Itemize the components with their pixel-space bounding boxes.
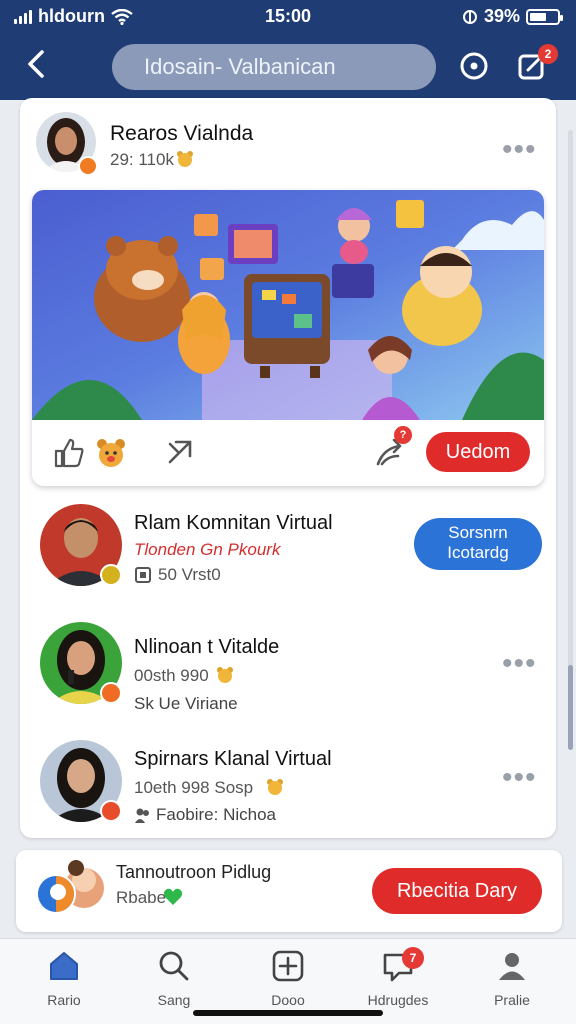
scrollbar[interactable]	[568, 130, 573, 750]
vpn-icon	[462, 9, 477, 24]
tab-profile[interactable]: Pralie	[462, 949, 562, 1008]
post-illustration[interactable]	[32, 190, 544, 420]
join-button[interactable]: Sorsnrn Icotardg	[414, 518, 542, 570]
promo-subtitle: Rbabe	[116, 888, 167, 907]
share-icon[interactable]	[164, 436, 196, 468]
back-button[interactable]	[22, 48, 50, 80]
bear-reaction-icon[interactable]	[94, 436, 128, 470]
suggestion-meta: 10eth 998 Sosp	[134, 778, 254, 797]
bear-emoji-icon	[267, 779, 283, 795]
verified-badge-icon	[100, 564, 122, 586]
more-options-icon[interactable]: •••	[502, 763, 537, 793]
bear-emoji-icon	[177, 151, 193, 167]
tab-home[interactable]: Rario	[14, 949, 114, 1008]
battery-percent: 39%	[483, 6, 520, 26]
post-action-button[interactable]: Uedom	[426, 432, 530, 472]
suggestion-name[interactable]: Spirnars Klanal Virtual	[134, 748, 332, 771]
chevron-left-icon	[28, 50, 44, 78]
like-icon[interactable]	[52, 436, 86, 470]
join-button-line2: Icotardg	[447, 543, 509, 562]
tab-label: Pralie	[494, 992, 530, 1008]
battery-icon	[526, 8, 563, 25]
verified-badge-icon	[100, 682, 122, 704]
share-badge: ?	[394, 426, 412, 444]
user-icon	[499, 953, 525, 980]
tab-label: Rario	[47, 992, 81, 1008]
plus-square-icon	[272, 950, 304, 982]
tab-create[interactable]: Dooo	[238, 949, 338, 1008]
suggestion-name[interactable]: Nlinoan t Vitalde	[134, 636, 279, 659]
page-title[interactable]: Idosain- Valbanican	[112, 44, 436, 90]
more-options-icon[interactable]: •••	[502, 649, 537, 679]
suggestion-meta: 00sth 990	[134, 666, 209, 685]
suggestion-subtitle: Tlonden Gn Pkourk	[134, 540, 281, 559]
post-action-bar: ? Uedom	[32, 420, 544, 486]
post-card: ? Uedom	[32, 190, 544, 486]
promo-avatars	[36, 860, 104, 914]
record-button[interactable]	[456, 48, 492, 84]
post-meta: 29: 110k	[110, 150, 174, 169]
suggestion-name[interactable]: Rlam Komnitan Virtual	[134, 512, 333, 535]
join-button-line1: Sorsnrn	[448, 523, 508, 542]
compose-button[interactable]: 2	[514, 44, 558, 84]
more-options-icon[interactable]: •••	[502, 135, 537, 165]
promo-button[interactable]: Rbecitia Dary	[372, 868, 542, 914]
search-icon	[159, 951, 189, 981]
notification-badge: 7	[402, 947, 424, 969]
verified-badge-icon	[78, 156, 98, 176]
record-icon	[460, 52, 488, 80]
suggestion-meta2: Faobire: Nichoa	[156, 805, 277, 824]
page-icon	[135, 567, 151, 583]
feed-card: Rearos Vialnda 29: 110k ••• ? Uedom Rlam…	[20, 98, 556, 838]
home-indicator	[193, 1010, 383, 1016]
verified-badge-icon	[100, 800, 122, 822]
home-icon	[50, 952, 78, 980]
heart-icon	[163, 888, 183, 905]
suggestion-meta: 50 Vrst0	[158, 565, 221, 584]
tab-search[interactable]: Sang	[124, 949, 224, 1008]
tab-label: Dooo	[271, 992, 305, 1008]
tab-label: Hdrugdes	[367, 992, 429, 1008]
promo-title: Tannoutroon Pidlug	[116, 862, 272, 882]
suggestion-meta2: Sk Ue Viriane	[134, 694, 238, 713]
post-author[interactable]: Rearos Vialnda	[110, 122, 253, 146]
app-header: hldourn 15:00 39% Idosain- Valbanican 2	[0, 0, 576, 100]
group-icon	[135, 808, 149, 823]
bear-emoji-icon	[217, 667, 233, 683]
promo-banner[interactable]: Tannoutroon Pidlug Rbabe Rbecitia Dary	[16, 850, 562, 932]
notification-badge: 2	[538, 44, 558, 64]
status-bar: hldourn 15:00 39%	[0, 4, 576, 28]
tab-notifications[interactable]: 7 Hdrugdes	[348, 947, 448, 1008]
tab-label: Sang	[157, 992, 191, 1008]
